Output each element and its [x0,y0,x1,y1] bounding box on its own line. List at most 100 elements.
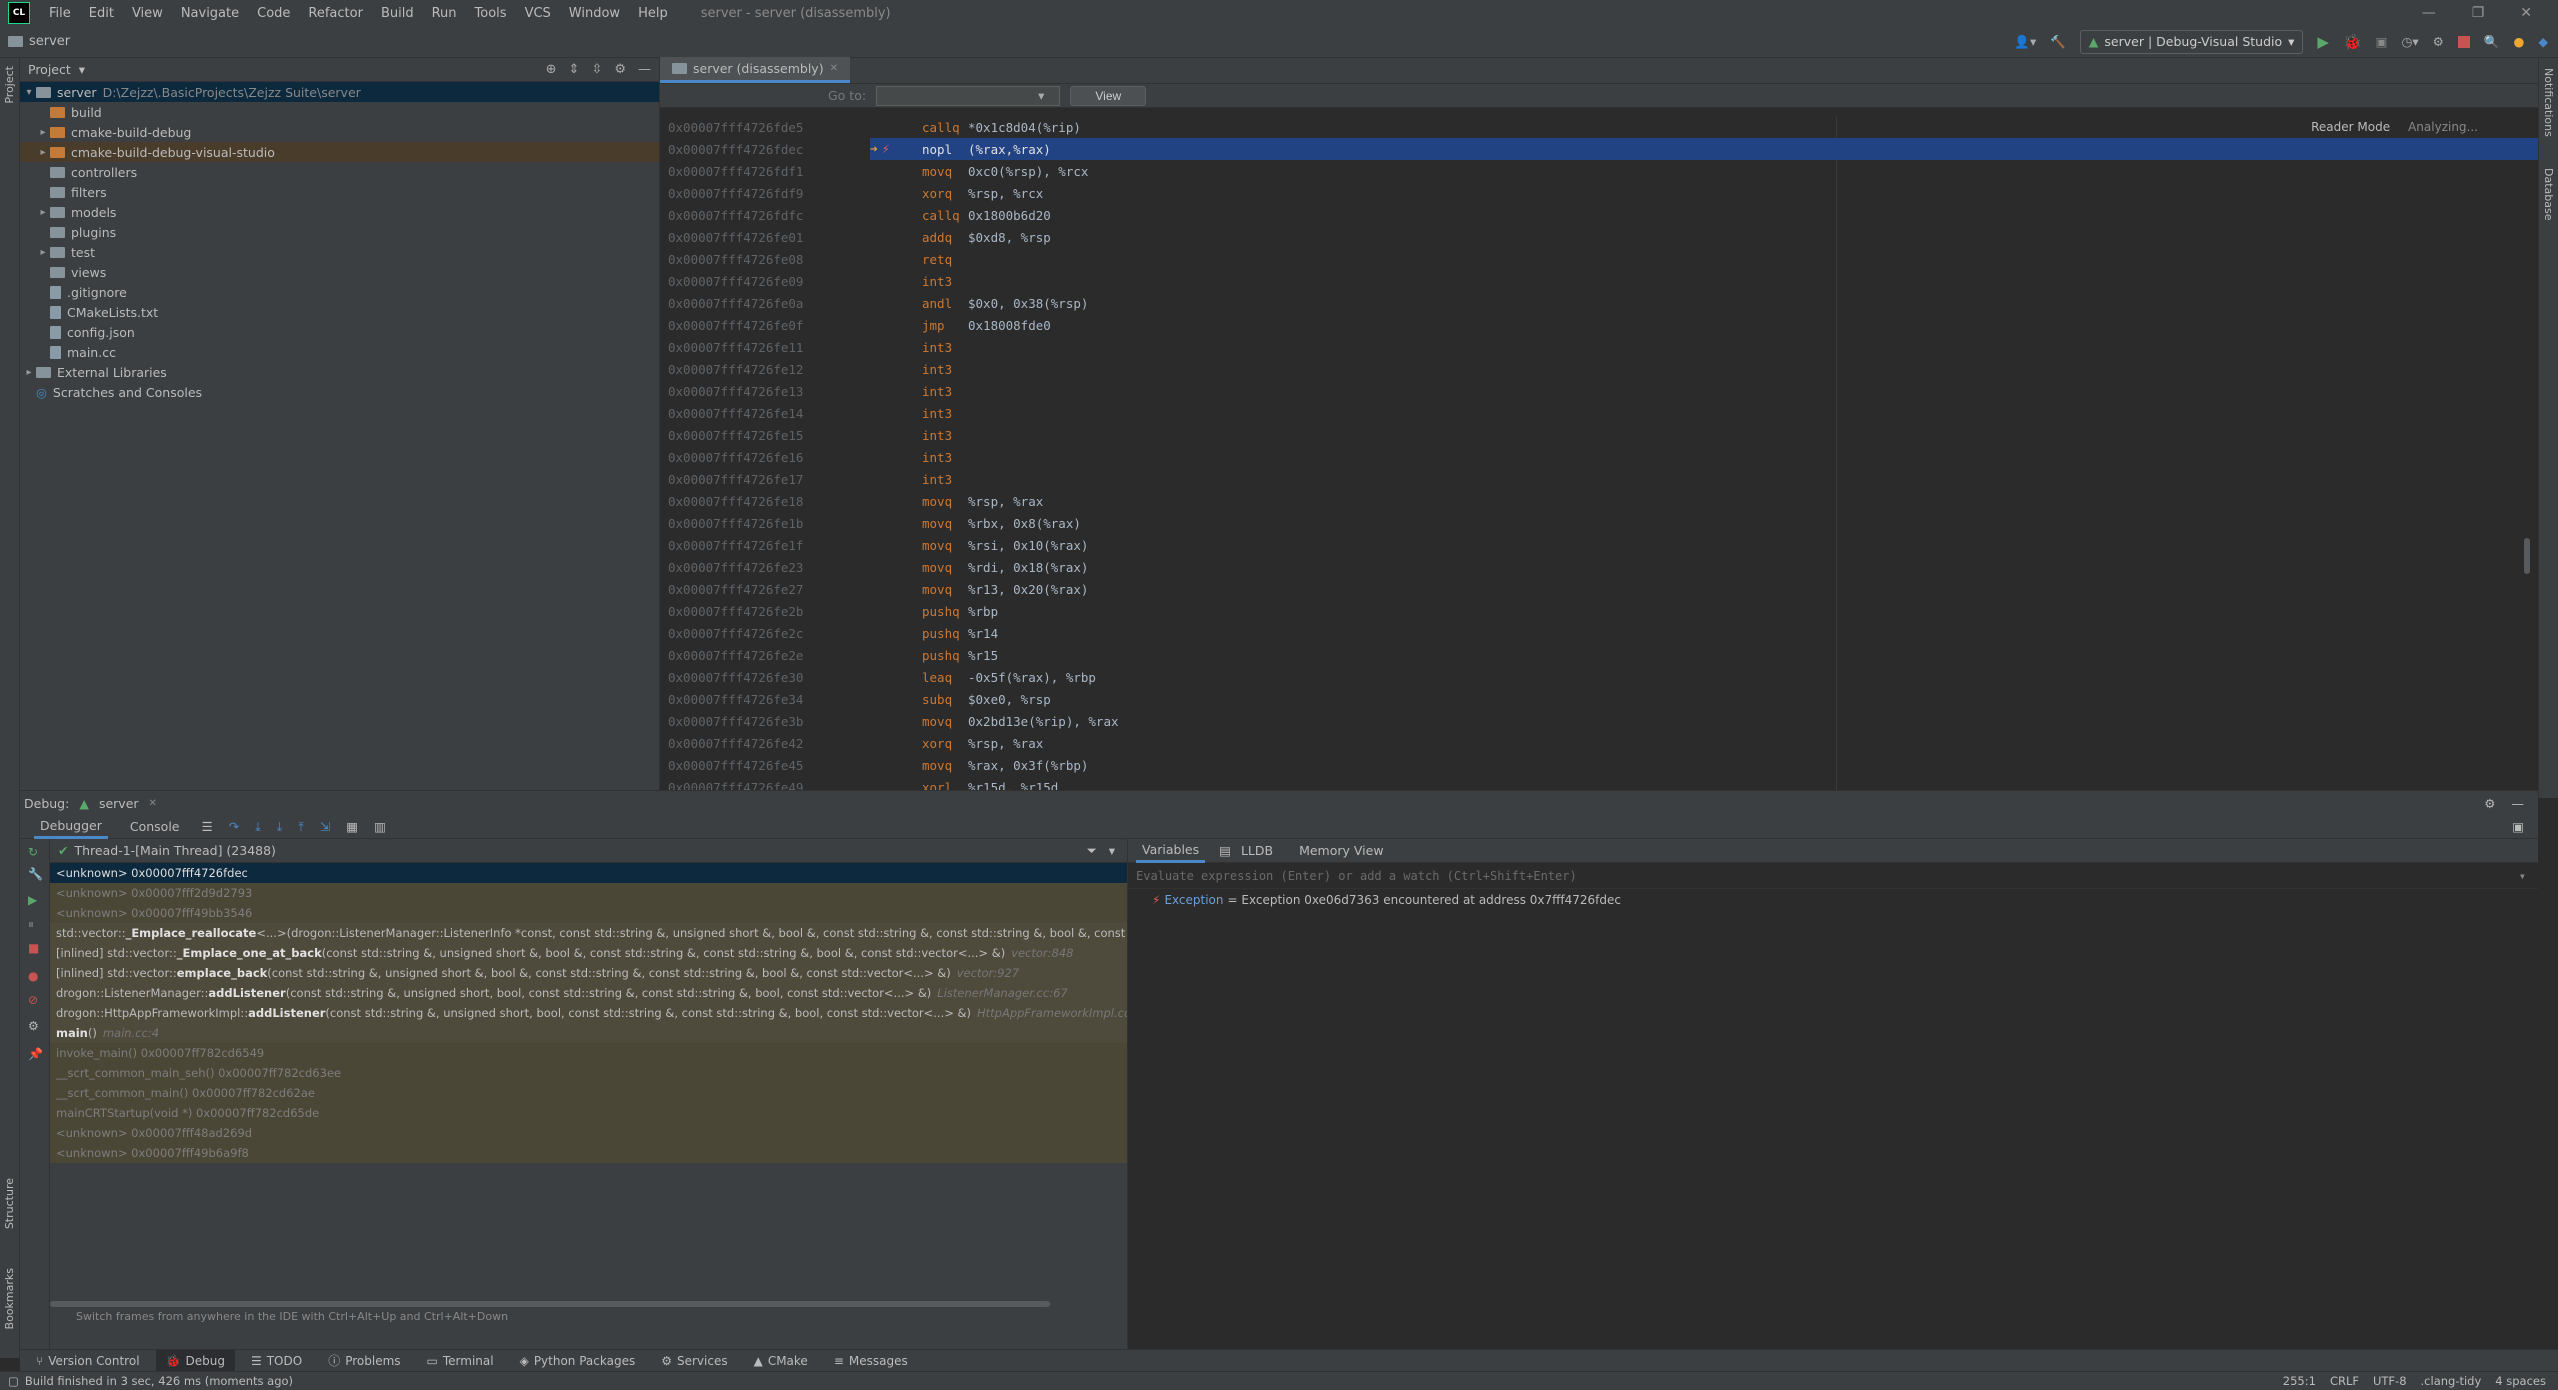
pin-icon[interactable]: 📌 [28,1047,43,1061]
step-over-icon[interactable]: ↷ [229,819,239,834]
minimize-icon[interactable]: — [2422,5,2436,21]
instruction-row[interactable]: 0x00007fff4726fe16 int3 [660,446,2538,468]
run-to-cursor-icon[interactable]: ⇲ [320,819,330,834]
gutter-marker[interactable] [870,578,912,600]
chevron-down-icon[interactable]: ▾ [1038,88,1044,103]
menu-window[interactable]: Window [560,6,629,21]
instruction-row[interactable]: 0x00007fff4726fe11 int3 [660,336,2538,358]
instruction-row[interactable]: 0x00007fff4726fde5 callq *0x1c8d04(%rip) [660,116,2538,138]
instruction-row[interactable]: 0x00007fff4726fe2c pushq %r14 [660,622,2538,644]
gutter-marker[interactable] [870,534,912,556]
gutter-marker[interactable] [870,336,912,358]
tool-messages[interactable]: ≡ Messages [824,1350,918,1372]
gutter-marker[interactable] [870,424,912,446]
tree-item[interactable]: ▸ cmake-build-debug-visual-studio [20,142,659,162]
chevron-right-icon[interactable]: ▸ [36,147,50,158]
instruction-row[interactable]: 0x00007fff4726fe49 xorl %r15d, %r15d [660,776,2538,791]
chevron-down-icon[interactable]: ▾ [2519,869,2538,883]
indent-setting[interactable]: 4 spaces [2495,1374,2546,1388]
coverage-icon[interactable]: ▣ [2376,34,2388,49]
gutter-marker[interactable] [870,314,912,336]
hide-icon[interactable]: — [2512,796,2525,811]
menu-help[interactable]: Help [629,6,677,21]
instruction-row[interactable]: 0x00007fff4726fe14 int3 [660,402,2538,424]
instruction-row[interactable]: 0x00007fff4726fe45 movq %rax, 0x3f(%rbp) [660,754,2538,776]
instruction-row[interactable]: 0x00007fff4726fe1f movq %rsi, 0x10(%rax) [660,534,2538,556]
gutter-marker[interactable] [870,248,912,270]
gutter-marker[interactable] [870,776,912,790]
tree-item[interactable]: filters [20,182,659,202]
gutter-marker[interactable] [870,226,912,248]
instruction-row[interactable]: 0x00007fff4726fe30 leaq -0x5f(%rax), %rbp [660,666,2538,688]
gutter-marker[interactable] [870,490,912,512]
debug-session-tab[interactable]: server [99,796,139,811]
tab-variables[interactable]: Variables [1136,839,1206,863]
menu-code[interactable]: Code [248,6,299,21]
close-icon[interactable]: ✕ [2520,5,2532,21]
structure-tool-tab[interactable]: Structure [3,1178,16,1229]
stack-frame[interactable]: drogon::ListenerManager:: addListener (con… [50,983,1127,1003]
project-tool-tab[interactable]: Project [3,66,16,104]
gutter-marker[interactable] [870,754,912,776]
run-icon[interactable]: ▶ [2317,33,2329,51]
tool-cmake[interactable]: ▲ CMake [744,1350,818,1372]
instruction-row[interactable]: 0x00007fff4726fe17 int3 [660,468,2538,490]
file-encoding[interactable]: UTF-8 [2373,1374,2407,1388]
run-config-select[interactable]: ▲ server | Debug-Visual Studio ▾ [2079,29,2304,54]
wrench-icon[interactable]: 🔧 [28,867,43,881]
goto-input[interactable] [876,85,1061,106]
chevron-down-icon[interactable]: ▾ [79,62,85,77]
close-icon[interactable]: ✕ [830,63,838,74]
rerun-icon[interactable]: ↻ [28,845,38,859]
stack-frame[interactable]: __scrt_common_main() 0x00007ff782cd62ae [50,1083,1127,1103]
instruction-row[interactable]: 0x00007fff4726fe2b pushq %rbp [660,600,2538,622]
view-button[interactable]: View [1070,85,1147,106]
menu-edit[interactable]: Edit [80,6,123,21]
status-message[interactable]: Build finished in 3 sec, 426 ms (moments… [25,1374,293,1388]
linter-status[interactable]: .clang-tidy [2421,1374,2482,1388]
breadcrumb-root[interactable]: server [29,34,70,49]
instruction-row[interactable]: 0x00007fff4726fe09 int3 [660,270,2538,292]
instruction-row[interactable]: 0x00007fff4726fe12 int3 [660,358,2538,380]
stack-frame[interactable]: mainCRTStartup(void *) 0x00007ff782cd65d… [50,1103,1127,1123]
tree-item[interactable]: ▸ cmake-build-debug [20,122,659,142]
line-separator[interactable]: CRLF [2330,1374,2359,1388]
tree-external-libraries[interactable]: ▸ External Libraries [20,362,659,382]
step-out-icon[interactable]: ⤒ [298,819,304,835]
tool-version-control[interactable]: ⑂ Version Control [26,1350,150,1372]
tab-lldb[interactable]: LLDB [1235,839,1279,863]
tree-item[interactable]: config.json [20,322,659,342]
stack-frame[interactable]: invoke_main() 0x00007ff782cd6549 [50,1043,1127,1063]
stack-frame[interactable]: drogon::HttpAppFrameworkImpl:: addListene… [50,1003,1127,1023]
instruction-row[interactable]: 0x00007fff4726fdf9 xorq %rsp, %rcx [660,182,2538,204]
stack-frame[interactable]: [inlined] std::vector:: _Emplace_one_at_b… [50,943,1127,963]
tree-item[interactable]: controllers [20,162,659,182]
gutter-marker[interactable] [870,116,912,138]
tool-python-packages[interactable]: ◈ Python Packages [510,1350,646,1372]
force-step-into-icon[interactable]: ⤓ [277,819,283,835]
close-icon[interactable]: ✕ [149,798,157,809]
table-view-icon[interactable]: ▦ [346,819,358,834]
stack-frame[interactable]: <unknown> 0x00007fff48ad269d [50,1123,1127,1143]
instruction-row[interactable]: 0x00007fff4726fe3b movq 0x2bd13e(%rip), %r… [660,710,2538,732]
instruction-row[interactable]: 0x00007fff4726fe08 retq [660,248,2538,270]
gutter-marker[interactable] [870,644,912,666]
chevron-right-icon[interactable]: ▸ [22,367,36,378]
tab-memory-view[interactable]: Memory View [1293,839,1389,863]
instruction-row[interactable]: 0x00007fff4726fe2e pushq %r15 [660,644,2538,666]
hide-icon[interactable]: — [638,62,651,77]
expand-all-icon[interactable]: ⇕ [569,62,580,77]
instruction-row[interactable]: 0x00007fff4726fe42 xorq %rsp, %rax [660,732,2538,754]
chevron-right-icon[interactable]: ▸ [36,247,50,258]
gutter-marker[interactable] [870,556,912,578]
layout-icon[interactable]: ▥ [374,819,386,834]
settings-icon[interactable]: ⚙ [28,1019,39,1033]
gutter-marker[interactable] [870,380,912,402]
stack-frame[interactable]: <unknown> 0x00007fff49b6a9f8 [50,1143,1127,1163]
current-instruction-row[interactable]: 0x00007fff4726fdec ➔ ⚡ nopl (%rax,%rax) [660,138,2538,160]
frames-scrollbar[interactable] [50,1301,1050,1307]
stop-icon[interactable] [2457,35,2470,48]
tree-item[interactable]: build [20,102,659,122]
tree-scratches[interactable]: ◎ Scratches and Consoles [20,382,659,402]
filter-icon[interactable]: ⏷ [1087,843,1097,859]
